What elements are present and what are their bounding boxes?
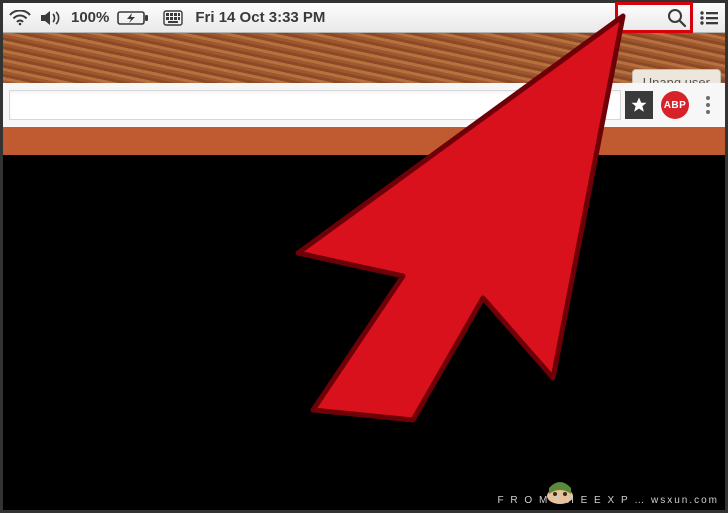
watermark-text: F R O M T H E E X P … wsxun.com [498, 495, 719, 506]
address-bar[interactable] [9, 90, 621, 120]
menubar-left-cluster: 100% [9, 9, 149, 26]
input-source-icon[interactable] [163, 10, 183, 26]
screenshot-root: 100% Fri 14 Oct 3:3 [0, 0, 728, 513]
volume-icon[interactable] [39, 10, 63, 26]
menubar-right-cluster [667, 8, 719, 28]
page-header-strip [3, 127, 725, 155]
adblock-plus-badge[interactable]: ABP [661, 91, 689, 119]
mac-menubar: 100% Fri 14 Oct 3:3 [3, 3, 725, 33]
browser-toolbar: ABP [3, 83, 725, 127]
sidebar-menu-icon[interactable] [699, 10, 719, 26]
wifi-icon[interactable] [9, 10, 31, 26]
search-icon[interactable] [667, 8, 687, 28]
chrome-menu-icon[interactable] [697, 91, 719, 119]
menubar-center-cluster: Fri 14 Oct 3:33 PM [163, 9, 325, 26]
menubar-datetime[interactable]: Fri 14 Oct 3:33 PM [195, 9, 325, 26]
battery-percent: 100% [71, 9, 109, 26]
charging-icon[interactable] [117, 10, 149, 26]
bookmark-star-icon[interactable] [625, 91, 653, 119]
adblock-plus-label: ABP [664, 100, 687, 111]
